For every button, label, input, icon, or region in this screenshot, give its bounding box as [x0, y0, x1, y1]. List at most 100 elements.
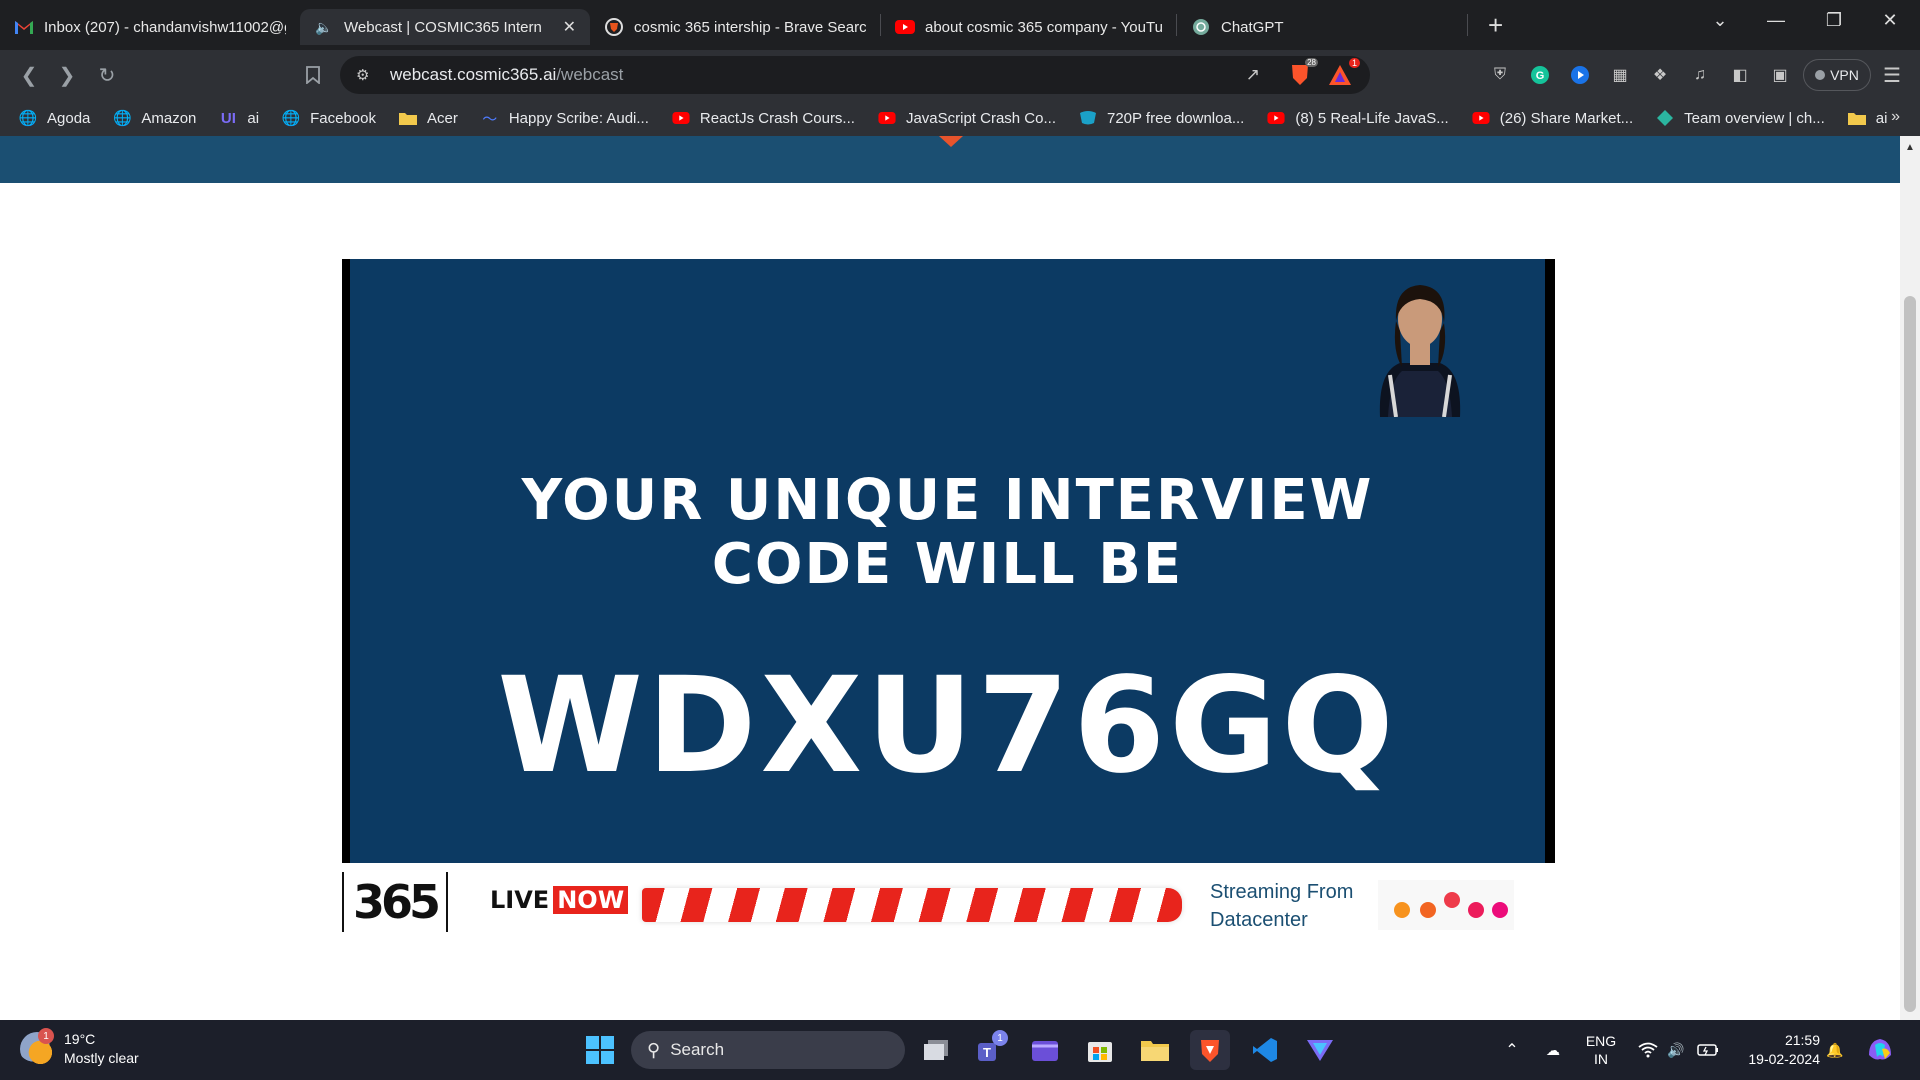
download-icon — [1078, 109, 1098, 127]
show-hidden-icons[interactable]: ⌃ — [1500, 1020, 1524, 1080]
dropdown-arrow-indicator — [939, 136, 963, 147]
onedrive-icon[interactable]: ☁ — [1538, 1020, 1568, 1080]
shield-extension-icon[interactable]: ⛨ — [1488, 63, 1512, 87]
file-explorer-icon[interactable] — [1135, 1030, 1175, 1070]
close-window-button[interactable]: ✕ — [1862, 0, 1918, 40]
vlc-alt-icon[interactable] — [1300, 1030, 1340, 1070]
bookmark-facebook[interactable]: 🌐 Facebook — [281, 109, 376, 128]
bookmark-javascript[interactable]: JavaScript Crash Co... — [877, 109, 1056, 127]
language-indicator[interactable]: ENG IN — [1578, 1020, 1624, 1080]
notification-bell-icon[interactable]: 🔔 — [1822, 1020, 1848, 1080]
youtube-icon — [1471, 109, 1491, 127]
svg-text:T: T — [983, 1045, 991, 1060]
sidebar-toggle-icon[interactable]: ◧ — [1728, 63, 1752, 87]
headline-line-2: CODE WILL BE — [711, 532, 1184, 597]
bookmark-amazon[interactable]: 🌐 Amazon — [112, 109, 196, 128]
streaming-line-2: Datacenter — [1210, 909, 1308, 931]
new-tab-button[interactable]: + — [1488, 10, 1503, 41]
extensions-puzzle-icon[interactable]: ❖ — [1648, 63, 1672, 87]
video-extension-icon[interactable] — [1568, 63, 1592, 87]
url-text: webcast.cosmic365.ai/webcast — [390, 65, 624, 84]
teams-icon[interactable]: T 1 — [970, 1030, 1010, 1070]
globe-icon: 🌐 — [113, 110, 132, 127]
tab-gmail[interactable]: Inbox (207) - chandanvishw11002@g — [0, 9, 300, 45]
bookmark-ai-folder[interactable]: ai — [1847, 109, 1887, 127]
reload-icon[interactable]: ↻ — [94, 62, 120, 88]
wallet-icon[interactable]: ▣ — [1768, 63, 1792, 87]
loading-dot — [1420, 902, 1436, 918]
tab-strip: Inbox (207) - chandanvishw11002@g 🔈 Webc… — [0, 0, 1920, 50]
tab-title: ChatGPT — [1221, 18, 1284, 36]
bookmark-happyscribe[interactable]: 〜 Happy Scribe: Audi... — [480, 109, 649, 128]
site-settings-icon[interactable]: ⚙ — [356, 66, 369, 84]
task-view-icon[interactable] — [916, 1030, 956, 1070]
weather-widget[interactable]: 1 19°C Mostly clear — [20, 1028, 139, 1068]
minimize-button[interactable]: — — [1748, 0, 1804, 40]
webcast-video-player[interactable]: YOUR UNIQUE INTERVIEW CODE WILL BE WDXU7… — [342, 259, 1555, 863]
globe-icon: 🌐 — [281, 110, 301, 127]
bookmark-acer[interactable]: Acer — [398, 109, 458, 127]
brave-browser-icon[interactable] — [1190, 1030, 1230, 1070]
tab-title: Webcast | COSMIC365 Intern — [344, 18, 542, 36]
copilot-icon[interactable] — [1860, 1020, 1900, 1080]
wifi-icon[interactable] — [1636, 1020, 1660, 1080]
clipchamp-icon[interactable] — [1025, 1030, 1065, 1070]
tab-chatgpt[interactable]: ChatGPT — [1177, 9, 1467, 45]
bookmark-share-market[interactable]: (26) Share Market... — [1471, 109, 1633, 127]
taskbar-search[interactable]: ⚲ Search — [631, 1031, 905, 1069]
bookmark-icon[interactable] — [300, 62, 326, 88]
video-frame: YOUR UNIQUE INTERVIEW CODE WILL BE WDXU7… — [350, 259, 1545, 863]
streaming-line-1: Streaming From — [1210, 881, 1354, 903]
restore-button[interactable]: ❐ — [1806, 0, 1862, 40]
weather-icon: 1 — [20, 1028, 54, 1066]
vscode-icon[interactable] — [1245, 1030, 1285, 1070]
screenshot-extension-icon[interactable]: ▦ — [1608, 63, 1632, 87]
forward-icon[interactable]: ❯ — [54, 62, 80, 88]
loading-dot — [1444, 892, 1460, 908]
bookmarks-bar: 🌐 Agoda 🌐 Amazon UI ai 🌐 Facebook Acer 〜 Happ… — [0, 100, 1920, 136]
tab-brave-search[interactable]: cosmic 365 intership - Brave Search — [590, 9, 880, 45]
speaker-icon[interactable]: 🔈 — [314, 17, 334, 37]
loading-dots-indicator — [1378, 880, 1514, 930]
tab-webcast[interactable]: 🔈 Webcast | COSMIC365 Intern ✕ — [300, 9, 590, 45]
bookmarks-overflow-icon[interactable]: » — [1891, 108, 1900, 126]
tab-search-icon[interactable]: ⌄ — [1692, 0, 1748, 40]
bookmark-reactjs[interactable]: ReactJs Crash Cours... — [671, 109, 855, 127]
tab-title: cosmic 365 intership - Brave Search — [634, 18, 866, 36]
tab-title: Inbox (207) - chandanvishw11002@g — [44, 18, 286, 36]
bookmark-reallife-js[interactable]: (8) 5 Real-Life JavaS... — [1266, 109, 1449, 127]
folder-icon — [1847, 109, 1867, 127]
grammarly-icon[interactable]: G — [1528, 63, 1552, 87]
ms-store-icon[interactable] — [1080, 1030, 1120, 1070]
weather-desc: Mostly clear — [64, 1050, 139, 1066]
vpn-button[interactable]: VPN — [1803, 59, 1871, 91]
back-icon[interactable]: ❮ — [16, 62, 42, 88]
volume-icon[interactable]: 🔊 — [1664, 1020, 1688, 1080]
address-bar[interactable]: ⚙ webcast.cosmic365.ai/webcast ↗ 28 1 — [340, 56, 1370, 94]
brave-rewards-icon[interactable] — [1328, 64, 1352, 91]
bookmark-ai[interactable]: UI ai — [218, 109, 259, 127]
start-button[interactable] — [580, 1030, 620, 1070]
vpn-status-icon — [1815, 70, 1826, 80]
page-scrollbar[interactable]: ▲ — [1900, 136, 1920, 1020]
gmail-icon — [14, 17, 34, 37]
youtube-icon — [895, 17, 915, 37]
close-tab-icon[interactable]: ✕ — [563, 17, 576, 37]
windows-taskbar: 1 19°C Mostly clear ⚲ Search T 1 ⌃ ☁ ENG — [0, 1020, 1920, 1080]
share-icon[interactable]: ↗ — [1246, 65, 1260, 85]
bookmark-agoda[interactable]: 🌐 Agoda — [18, 109, 91, 128]
battery-icon[interactable] — [1694, 1020, 1722, 1080]
now-label: NOW — [553, 886, 629, 914]
scrollbar-thumb[interactable] — [1904, 296, 1916, 1012]
rewards-count: 1 — [1348, 58, 1360, 68]
media-controls-icon[interactable]: ♫ — [1688, 63, 1712, 87]
tab-youtube[interactable]: about cosmic 365 company - YouTub — [881, 9, 1176, 45]
bookmark-720p[interactable]: 720P free downloa... — [1078, 109, 1244, 127]
weather-temp: 19°C — [64, 1031, 96, 1047]
youtube-icon — [671, 109, 691, 127]
clock[interactable]: 21:59 19-02-2024 — [1730, 1020, 1820, 1080]
menu-icon[interactable]: ☰ — [1880, 63, 1904, 87]
scroll-up-icon[interactable]: ▲ — [1905, 142, 1915, 153]
bookmark-team-overview[interactable]: Team overview | ch... — [1655, 109, 1825, 127]
page-viewport: YOUR UNIQUE INTERVIEW CODE WILL BE WDXU7… — [0, 136, 1920, 1020]
